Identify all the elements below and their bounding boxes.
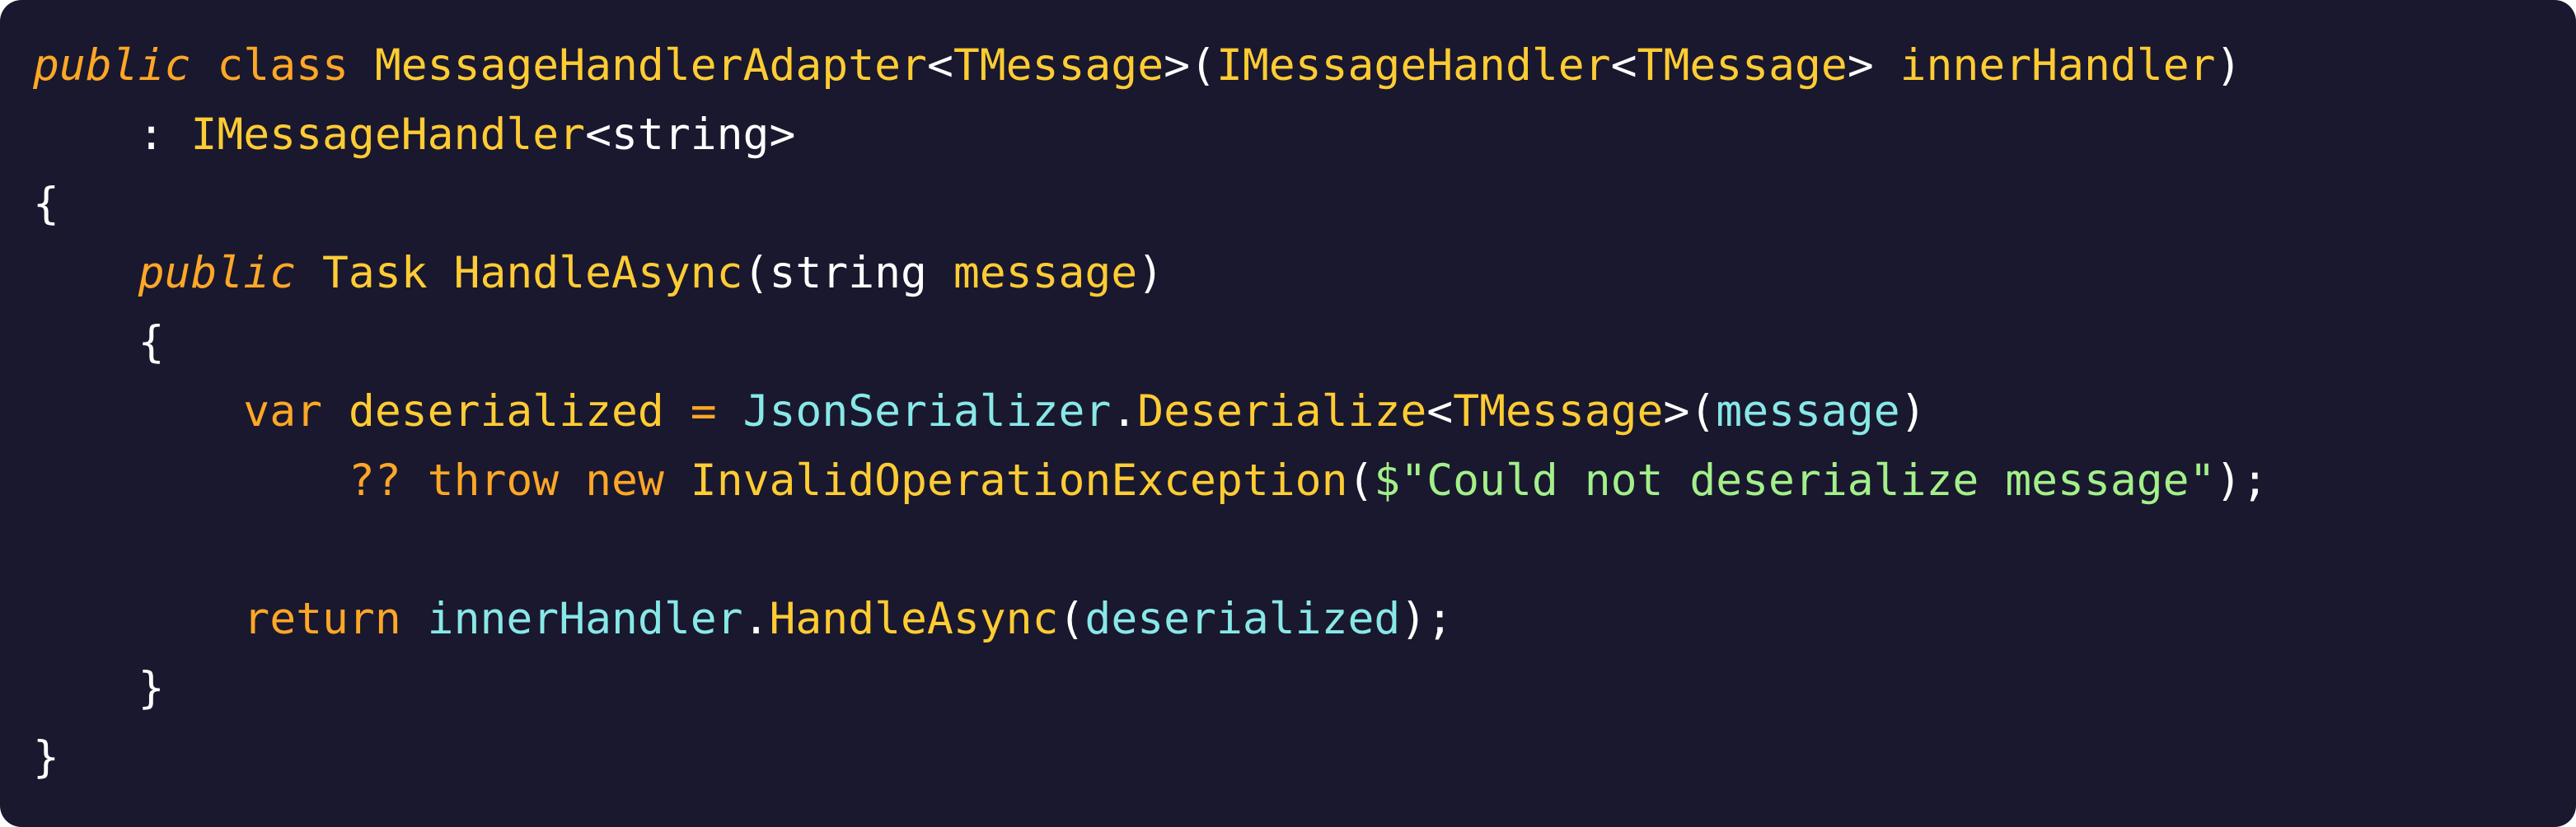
code-token: new [585, 456, 664, 506]
code-token: TMessage [953, 40, 1164, 91]
code-token: ?? [348, 456, 401, 506]
code-token: message [1716, 386, 1900, 437]
code-token: return [243, 594, 401, 644]
code-line: ?? throw new InvalidOperationException($… [33, 446, 2576, 516]
code-line: { [33, 170, 2576, 239]
code-token: { [33, 317, 165, 367]
code-token: TMessage [1637, 40, 1848, 91]
code-token: } [33, 732, 59, 783]
code-token: InvalidOperationException [690, 456, 1348, 506]
code-token: < [926, 40, 953, 91]
code-token: IMessageHandler [1215, 40, 1611, 91]
code-token: innerHandler [427, 594, 743, 644]
code-token: Task [322, 248, 428, 298]
code-token: } [33, 663, 165, 713]
code-token: IMessageHandler [190, 110, 586, 160]
code-token: Deserialize [1137, 386, 1427, 437]
code-line: public class MessageHandlerAdapter<TMess… [33, 31, 2576, 100]
code-token: public [33, 40, 191, 91]
code-token: ); [1400, 594, 1454, 644]
code-token: <string> [585, 110, 796, 160]
code-token: ) [1899, 386, 1927, 437]
code-token: < [1610, 40, 1637, 91]
code-token: JsonSerializer [742, 386, 1112, 437]
code-token: >( [1164, 40, 1216, 91]
code-token: public [138, 248, 297, 298]
code-token: = [690, 386, 717, 437]
code-token: HandleAsync [769, 594, 1059, 644]
code-token: MessageHandlerAdapter [374, 40, 927, 91]
code-token: throw [427, 456, 560, 506]
code-token: ) [2215, 40, 2242, 91]
code-line: { [33, 308, 2576, 377]
code-token: TMessage [1453, 386, 1664, 437]
code-token: ( [1058, 594, 1085, 644]
code-token: (string [742, 248, 953, 298]
code-line: } [33, 723, 2576, 792]
code-token: ( [1347, 456, 1375, 506]
code-token: . [1111, 386, 1138, 437]
code-token: var [243, 386, 323, 437]
code-token: ); [2215, 456, 2269, 506]
code-line: var deserialized = JsonSerializer.Deseri… [33, 377, 2576, 446]
code-editor[interactable]: public class MessageHandlerAdapter<TMess… [0, 0, 2576, 827]
code-line: public Task HandleAsync(string message) [33, 239, 2576, 308]
code-token: . [742, 594, 770, 644]
code-token: innerHandler [1899, 40, 2216, 91]
code-token: class [217, 40, 349, 91]
code-token: message [953, 248, 1138, 298]
code-token: ) [1137, 248, 1164, 298]
code-token: deserialized [1084, 594, 1401, 644]
code-block: public class MessageHandlerAdapter<TMess… [33, 31, 2576, 792]
code-token: > [1847, 40, 1900, 91]
code-line: : IMessageHandler<string> [33, 100, 2576, 170]
code-token: >( [1663, 386, 1717, 437]
code-line: return innerHandler.HandleAsync(deserial… [33, 585, 2576, 654]
code-line: } [33, 654, 2576, 723]
code-token: HandleAsync [453, 248, 743, 298]
code-token: : [33, 110, 191, 160]
code-token: < [1426, 386, 1454, 437]
code-token: $"Could not deserialize message" [1374, 456, 2216, 506]
code-token: deserialized [348, 386, 664, 437]
code-token: { [33, 179, 59, 229]
